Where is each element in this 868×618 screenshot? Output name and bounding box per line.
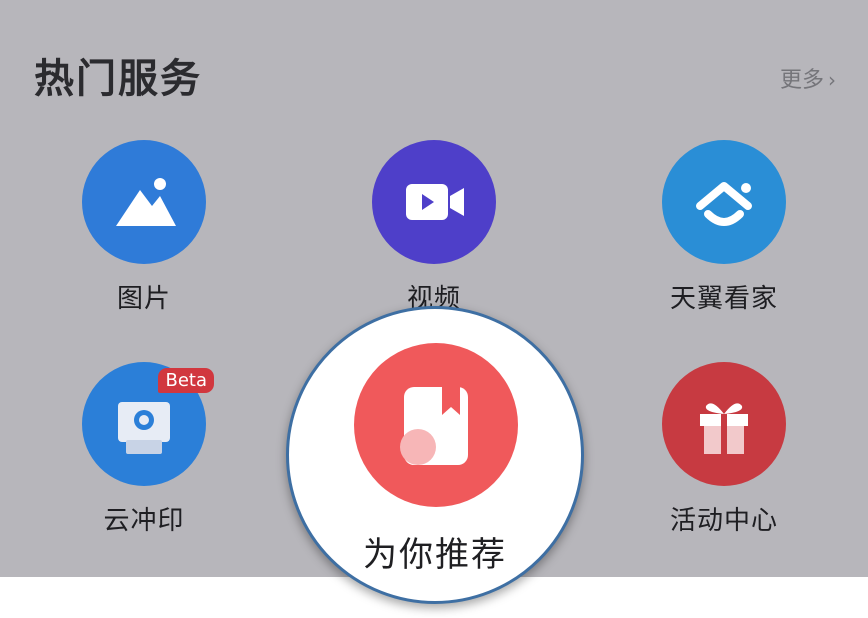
- video-camera-icon: [372, 140, 496, 264]
- more-label: 更多: [779, 68, 824, 93]
- photo-print-icon: Beta: [82, 362, 214, 486]
- home-camera-icon: [662, 140, 786, 264]
- gift-icon: [662, 362, 786, 486]
- service-label: 活动中心: [669, 506, 778, 536]
- service-label: 图片: [116, 284, 171, 314]
- service-label: 云冲印: [103, 506, 185, 536]
- more-link[interactable]: 更多 ›: [780, 62, 836, 94]
- chevron-right-icon: ›: [828, 68, 836, 92]
- service-home-watch[interactable]: 天翼看家: [634, 140, 814, 315]
- service-label: 为你推荐: [363, 535, 507, 575]
- service-pictures[interactable]: 图片: [54, 140, 234, 315]
- service-cloud-print[interactable]: Beta 云冲印: [54, 362, 234, 537]
- section-title: 热门服务: [34, 56, 202, 102]
- recommend-magnifier[interactable]: 为你推荐: [286, 306, 584, 604]
- beta-badge: Beta: [158, 368, 214, 393]
- mountain-picture-icon: [82, 140, 206, 264]
- service-activity-center[interactable]: 活动中心: [634, 362, 814, 537]
- recommend-book-icon: [354, 343, 518, 507]
- service-label: 天翼看家: [669, 284, 778, 314]
- service-video[interactable]: 视频: [344, 140, 524, 315]
